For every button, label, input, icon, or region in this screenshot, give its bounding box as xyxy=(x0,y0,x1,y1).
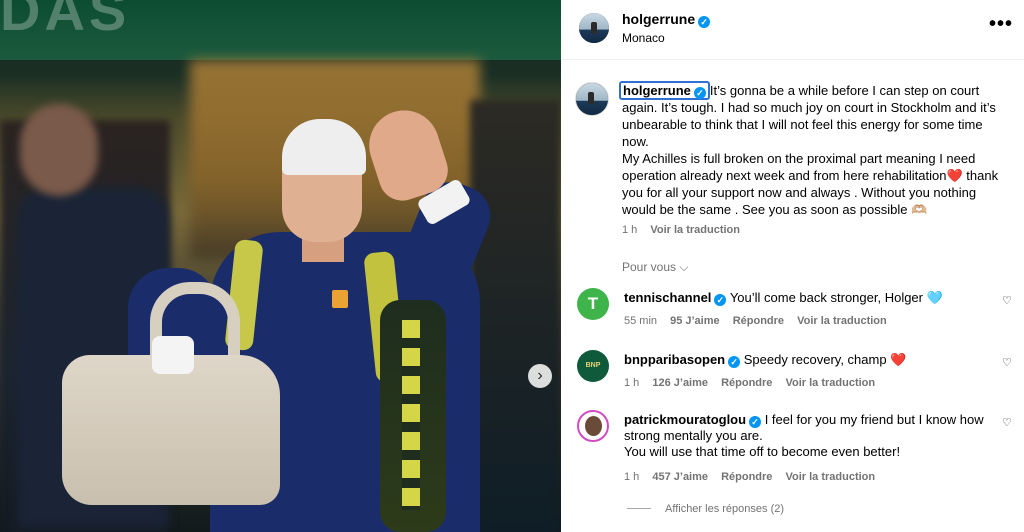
comment-likes[interactable]: 457 J’aime xyxy=(652,471,708,483)
comment-body: tennischannel ✓ You’ll come back stronger… xyxy=(624,290,994,306)
next-image-button[interactable]: › xyxy=(528,364,552,388)
replies-divider xyxy=(627,508,651,509)
caption-username[interactable]: holgerrune ✓ xyxy=(619,81,710,100)
comment-body: patrickmouratoglou ✓ I feel for you my fr… xyxy=(624,412,994,460)
author-username[interactable]: holgerrune xyxy=(622,11,695,27)
post-side-panel: holgerrune ✓ Monaco ••• holgerrune ✓ It’s g… xyxy=(561,0,1024,532)
racket-bag xyxy=(380,300,446,532)
caption-avatar[interactable] xyxy=(575,82,609,116)
author-avatar[interactable] xyxy=(579,13,609,43)
comment-likes[interactable]: 126 J’aime xyxy=(652,377,708,389)
comment-reply-button[interactable]: Répondre xyxy=(721,377,772,389)
comment-likes[interactable]: 95 J’aime xyxy=(670,315,720,327)
show-replies-button[interactable]: Afficher les réponses (2) xyxy=(627,503,784,515)
verified-badge-icon: ✓ xyxy=(693,87,706,99)
comment-text-2: You will use that time off to become eve… xyxy=(624,444,901,459)
caption-body-2: My Achilles is full broken on the proxim… xyxy=(622,151,999,217)
comment-text: You’ll come back stronger, Holger 🩵 xyxy=(729,290,943,305)
comment-time: 1 h xyxy=(624,377,640,389)
verified-badge-icon: ✓ xyxy=(714,294,727,306)
comment-meta: 1 h 457 J’aime Répondre Voir la traducti… xyxy=(624,471,885,483)
commenter-avatar-tennischannel[interactable]: T xyxy=(577,288,609,320)
comment-translate-link[interactable]: Voir la traduction xyxy=(797,315,887,327)
show-replies-label: Afficher les réponses (2) xyxy=(665,503,785,515)
post-header: holgerrune ✓ Monaco ••• xyxy=(561,0,1024,60)
caption-translate-link[interactable]: Voir la traduction xyxy=(650,224,740,236)
post-location[interactable]: Monaco xyxy=(622,31,665,45)
caption-text: holgerrune ✓ It’s gonna be a while before … xyxy=(619,81,1008,218)
verified-badge-icon: ✓ xyxy=(698,16,711,28)
comment-meta: 1 h 126 J’aime Répondre Voir la traducti… xyxy=(624,377,885,389)
jacket-logo xyxy=(332,290,348,308)
player-figure xyxy=(0,0,561,532)
comment-meta: 55 min 95 J’aime Répondre Voir la traduc… xyxy=(624,315,897,327)
author-username-row[interactable]: holgerrune ✓ xyxy=(622,11,711,28)
comment-username[interactable]: tennischannel xyxy=(624,290,711,305)
pour-vous-toggle[interactable]: Pour vous ⌵ xyxy=(622,260,688,275)
pour-vous-label: Pour vous xyxy=(622,260,677,274)
verified-badge-icon: ✓ xyxy=(749,416,762,428)
chevron-down-icon: ⌵ xyxy=(679,260,689,274)
comment-username[interactable]: bnpparibasopen xyxy=(624,352,725,367)
like-heart-icon[interactable]: ♡ xyxy=(1002,294,1012,307)
commenter-avatar-patrickmouratoglou[interactable] xyxy=(577,410,609,442)
comment-translate-link[interactable]: Voir la traduction xyxy=(785,377,875,389)
caption-time: 1 h xyxy=(622,224,638,236)
comment-reply-button[interactable]: Répondre xyxy=(733,315,784,327)
like-heart-icon[interactable]: ♡ xyxy=(1002,416,1012,429)
player-cap xyxy=(282,119,366,175)
like-heart-icon[interactable]: ♡ xyxy=(1002,356,1012,369)
post-media[interactable]: DAS › xyxy=(0,0,561,532)
duffel-bag xyxy=(62,355,280,505)
chevron-right-icon: › xyxy=(537,367,543,384)
comment-translate-link[interactable]: Voir la traduction xyxy=(785,471,875,483)
verified-badge-icon: ✓ xyxy=(728,356,741,368)
comment-time: 1 h xyxy=(624,471,640,483)
caption-meta: 1 h Voir la traduction xyxy=(622,224,750,236)
commenter-avatar-bnpparibasopen[interactable]: BNP xyxy=(577,350,609,382)
comment-text: Speedy recovery, champ ❤️ xyxy=(743,352,907,367)
comment-time: 55 min xyxy=(624,315,658,327)
player-wristband-left xyxy=(152,336,194,374)
comment-body: bnpparibasopen ✓ Speedy recovery, champ ❤… xyxy=(624,352,994,368)
comment-reply-button[interactable]: Répondre xyxy=(721,471,772,483)
comment-username[interactable]: patrickmouratoglou xyxy=(624,412,746,427)
more-options-icon[interactable]: ••• xyxy=(989,14,1013,34)
